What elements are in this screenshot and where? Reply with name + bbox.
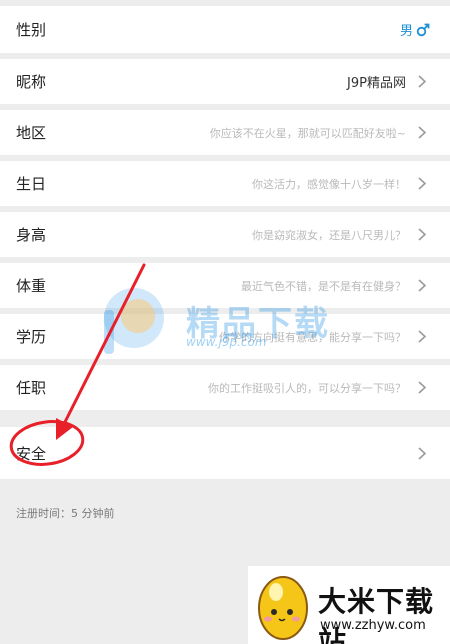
- chevron-right-icon: [414, 126, 430, 139]
- row-value: 你应该不在火星，那就可以匹配好友啦~: [209, 126, 406, 140]
- row-value: 你这活力，感觉像十八岁一样！: [252, 177, 406, 191]
- row-label: 学历: [16, 328, 47, 346]
- chevron-right-icon: [414, 446, 430, 460]
- brand-badge: 大米下载站 www.zzhyw.com: [248, 566, 450, 644]
- row-height[interactable]: 身高 你是窈窕淑女，还是八尺男儿？: [0, 212, 450, 257]
- egg-mascot-icon: [258, 576, 308, 640]
- brand-url: www.zzhyw.com: [320, 618, 426, 633]
- gender-value: 男: [399, 24, 413, 39]
- row-value: J9P精品网: [347, 76, 406, 91]
- row-label: 任职: [16, 379, 47, 397]
- watermark-url: www.j9p.com: [186, 335, 267, 349]
- row-nickname[interactable]: 昵称 J9P精品网: [0, 59, 450, 104]
- row-occupation[interactable]: 任职 你的工作挺吸引人的，可以分享一下吗？: [0, 365, 450, 410]
- row-label: 性别: [16, 21, 47, 39]
- row-value: 你的工作挺吸引人的，可以分享一下吗？: [208, 381, 406, 395]
- row-label: 昵称: [16, 73, 47, 91]
- chevron-right-icon: [414, 330, 430, 343]
- row-label: 体重: [16, 277, 47, 295]
- row-value: 最近气色不错，是不是有在健身？: [241, 279, 406, 293]
- chevron-right-icon: [414, 177, 430, 190]
- row-label: 安全: [16, 444, 47, 463]
- row-label: 身高: [16, 226, 47, 244]
- chevron-right-icon: [414, 228, 430, 241]
- chevron-right-icon: [414, 381, 430, 394]
- brand-name: 大米下载站: [318, 585, 435, 644]
- registration-time: 注册时间：5 分钟前: [16, 507, 115, 520]
- male-symbol-icon: [416, 23, 430, 37]
- chevron-right-icon: [414, 279, 430, 292]
- chevron-right-icon: [414, 75, 430, 88]
- row-birthday[interactable]: 生日 你这活力，感觉像十八岁一样！: [0, 161, 450, 206]
- row-safety[interactable]: 安全: [0, 427, 450, 479]
- row-region[interactable]: 地区 你应该不在火星，那就可以匹配好友啦~: [0, 110, 450, 155]
- row-label: 地区: [16, 124, 47, 142]
- row-gender[interactable]: 性别 男: [0, 6, 450, 53]
- profile-list: 性别 男 昵称 J9P精品网 地区 你应该不在火星，那就可以匹配好友啦~ 生日 …: [0, 6, 450, 479]
- row-value: 你是窈窕淑女，还是八尺男儿？: [252, 228, 406, 242]
- row-label: 生日: [16, 175, 47, 193]
